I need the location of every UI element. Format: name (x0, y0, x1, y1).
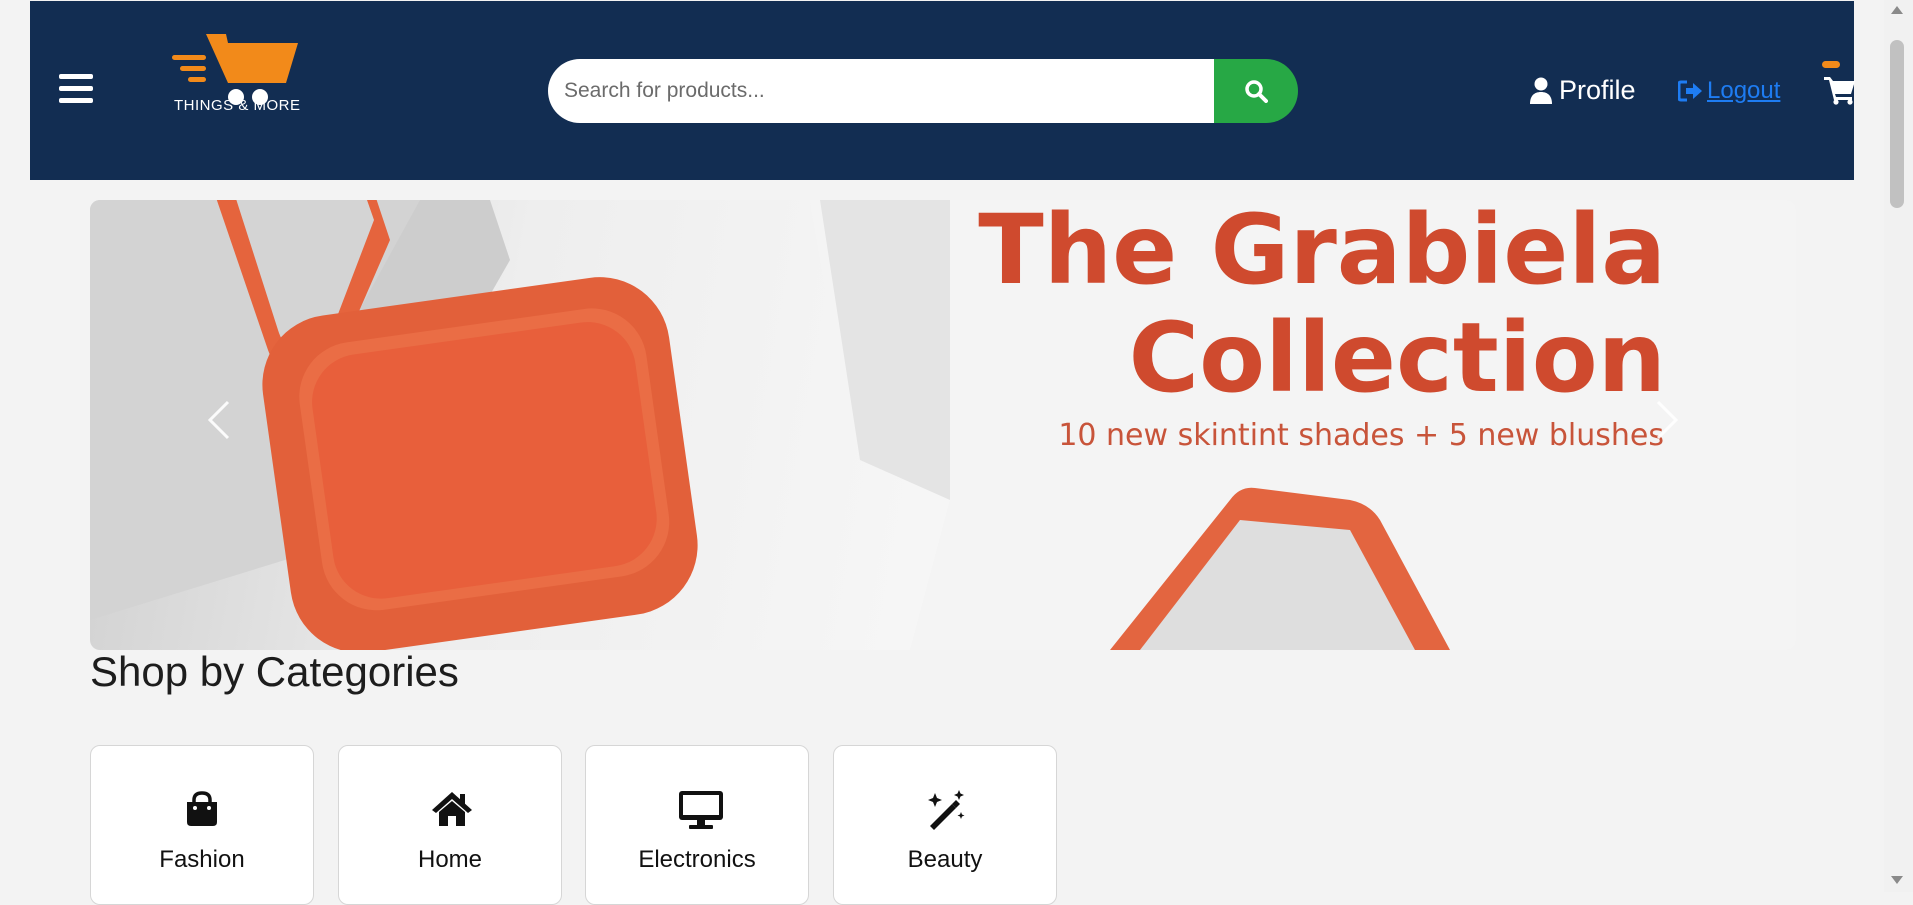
category-label: Fashion (159, 846, 245, 873)
category-label: Beauty (907, 846, 983, 873)
page-scrollbar[interactable] (1884, 0, 1913, 892)
logout-link[interactable]: Logout (1678, 77, 1780, 105)
search-input[interactable] (548, 59, 1214, 123)
search-button[interactable] (1214, 59, 1298, 123)
logout-label: Logout (1707, 77, 1781, 104)
banner-title-line2: Collection (1128, 302, 1666, 414)
desktop-icon (679, 791, 723, 829)
category-label: Home (417, 846, 483, 873)
carousel-prev-icon[interactable] (208, 400, 230, 440)
site-header: THINGS & MORE Profile Logout (30, 1, 1856, 180)
banner-subtitle: 10 new skintint shades + 5 new blushes (1058, 418, 1664, 453)
shopping-bag-icon (187, 791, 217, 826)
user-icon (1530, 77, 1552, 104)
scroll-up-icon[interactable] (1889, 4, 1905, 16)
cart-count-badge (1822, 61, 1840, 68)
cart-icon[interactable] (1824, 75, 1856, 105)
sign-out-icon (1678, 80, 1702, 102)
search-bar (548, 59, 1298, 123)
magic-wand-icon (928, 790, 965, 830)
categories-heading: Shop by Categories (90, 648, 459, 695)
category-label: Electronics (638, 846, 756, 873)
category-card-beauty[interactable]: Beauty (833, 745, 1057, 905)
banner-title: The Grabiela Collection (978, 200, 1666, 412)
profile-link[interactable]: Profile (1529, 75, 1636, 106)
category-card-fashion[interactable]: Fashion (90, 745, 314, 905)
brand-name: THINGS & MORE (174, 97, 301, 114)
home-icon (432, 792, 472, 826)
search-icon (1245, 80, 1268, 103)
banner-title-line1: The Grabiela (978, 200, 1666, 306)
hero-carousel: The Grabiela Collection 10 new skintint … (90, 200, 1796, 650)
category-card-electronics[interactable]: Electronics (585, 745, 809, 905)
profile-label: Profile (1559, 75, 1636, 105)
scroll-down-icon[interactable] (1889, 874, 1905, 886)
carousel-next-icon[interactable] (1656, 400, 1678, 440)
category-card-home[interactable]: Home (338, 745, 562, 905)
menu-icon[interactable] (59, 74, 93, 104)
scrollbar-thumb[interactable] (1890, 40, 1904, 208)
